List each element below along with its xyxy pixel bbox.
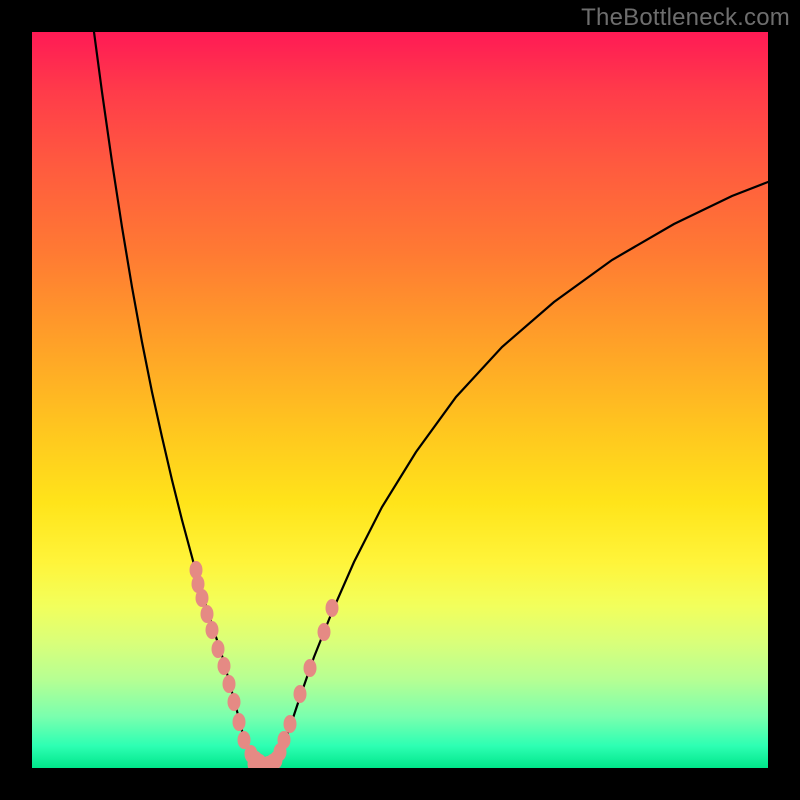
data-point-left-sample-points	[228, 693, 241, 711]
data-point-left-sample-points	[212, 640, 225, 658]
data-point-right-sample-points	[318, 623, 331, 641]
data-point-left-sample-points	[223, 675, 236, 693]
plot-area	[32, 32, 768, 768]
data-point-right-sample-points	[294, 685, 307, 703]
watermark-text: TheBottleneck.com	[581, 4, 790, 32]
chart-frame: TheBottleneck.com	[0, 0, 800, 800]
curve-right-branch	[277, 182, 768, 762]
data-point-right-sample-points	[278, 731, 291, 749]
data-point-right-sample-points	[304, 659, 317, 677]
data-point-left-sample-points	[233, 713, 246, 731]
data-point-left-sample-points	[218, 657, 231, 675]
data-point-left-sample-points	[206, 621, 219, 639]
data-point-left-sample-points	[196, 589, 209, 607]
data-point-right-sample-points	[284, 715, 297, 733]
data-point-right-sample-points	[326, 599, 339, 617]
curve-layer	[32, 32, 768, 768]
data-point-left-sample-points	[201, 605, 214, 623]
curve-left-branch	[94, 32, 252, 762]
